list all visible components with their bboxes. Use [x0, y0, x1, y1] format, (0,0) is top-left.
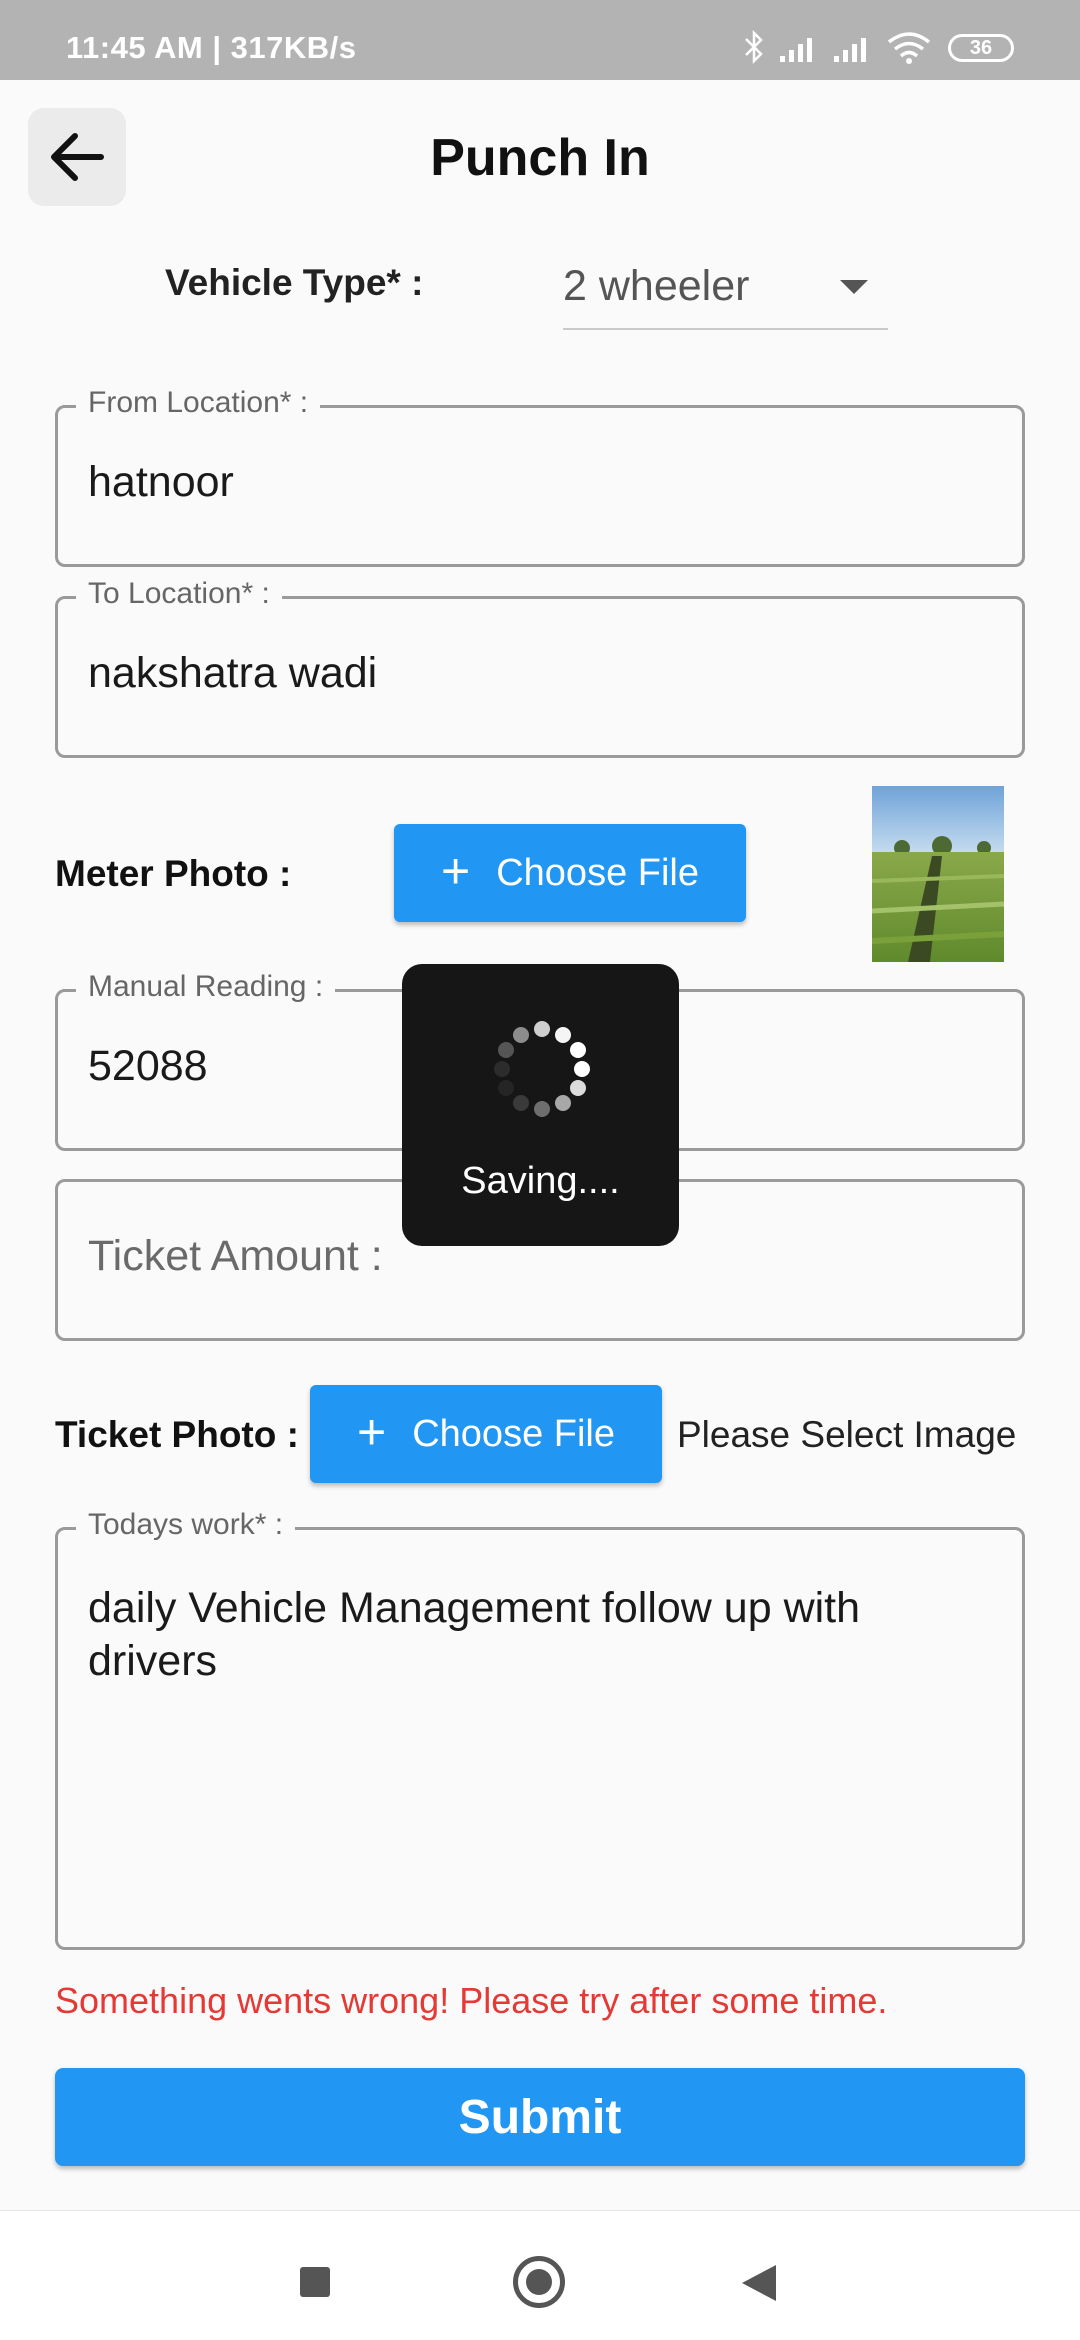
- manual-reading-label: Manual Reading :: [76, 970, 336, 1004]
- home-icon[interactable]: [513, 2256, 565, 2308]
- from-location-field[interactable]: From Location* : hatnoor: [55, 386, 1025, 567]
- plus-icon: +: [357, 1404, 387, 1460]
- caret-down-icon: [840, 280, 868, 294]
- loading-text: Saving....: [461, 1160, 620, 1202]
- error-message: Something wents wrong! Please try after …: [55, 1980, 888, 2021]
- meter-photo-button-label: Choose File: [496, 851, 699, 894]
- to-location-field[interactable]: To Location* : nakshatra wadi: [55, 577, 1025, 758]
- vehicle-type-dropdown[interactable]: 2 wheeler: [563, 250, 888, 330]
- system-nav-bar: [0, 2210, 1080, 2340]
- to-location-value: nakshatra wadi: [88, 649, 378, 697]
- status-bar: 11:45 AM | 317KB/s 36: [0, 0, 1080, 80]
- wifi-icon: [887, 32, 931, 64]
- field-photo-image: [872, 786, 1004, 962]
- todays-work-field[interactable]: Todays work* : daily Vehicle Management …: [55, 1508, 1025, 1950]
- from-location-value: hatnoor: [88, 458, 234, 506]
- bluetooth-icon: [745, 30, 763, 64]
- signal-icon: [834, 38, 866, 62]
- plus-icon: +: [441, 843, 471, 899]
- ticket-photo-label: Ticket Photo :: [55, 1414, 299, 1455]
- battery-icon: 36: [948, 34, 1014, 62]
- home-dot: [526, 2269, 552, 2295]
- page-title: Punch In: [430, 129, 650, 187]
- status-time: 11:45 AM | 317KB/s: [66, 30, 357, 65]
- ticket-photo-status: Please Select Image: [677, 1414, 1017, 1455]
- manual-reading-value: 52088: [88, 1042, 208, 1090]
- meter-photo-thumbnail[interactable]: [872, 786, 1004, 962]
- vehicle-type-label: Vehicle Type* :: [165, 262, 424, 303]
- ticket-photo-choose-file-button[interactable]: + Choose File: [310, 1385, 662, 1483]
- vehicle-type-value: 2 wheeler: [563, 262, 750, 310]
- meter-photo-choose-file-button[interactable]: + Choose File: [394, 824, 746, 922]
- to-location-label: To Location* :: [76, 577, 282, 611]
- meter-photo-label: Meter Photo :: [55, 853, 292, 894]
- from-location-label: From Location* :: [76, 386, 321, 420]
- back-triangle-icon[interactable]: [742, 2265, 776, 2301]
- ticket-photo-button-label: Choose File: [412, 1412, 615, 1455]
- spinner-icon: [494, 1021, 590, 1117]
- recent-apps-icon[interactable]: [300, 2267, 330, 2297]
- submit-button[interactable]: Submit: [55, 2068, 1025, 2166]
- todays-work-label: Todays work* :: [76, 1508, 296, 1542]
- loading-dialog: Saving....: [402, 964, 679, 1246]
- todays-work-value: daily Vehicle Management follow up with …: [88, 1584, 861, 1685]
- signal-icon: [780, 38, 812, 62]
- ticket-amount-placeholder: Ticket Amount :: [88, 1232, 383, 1280]
